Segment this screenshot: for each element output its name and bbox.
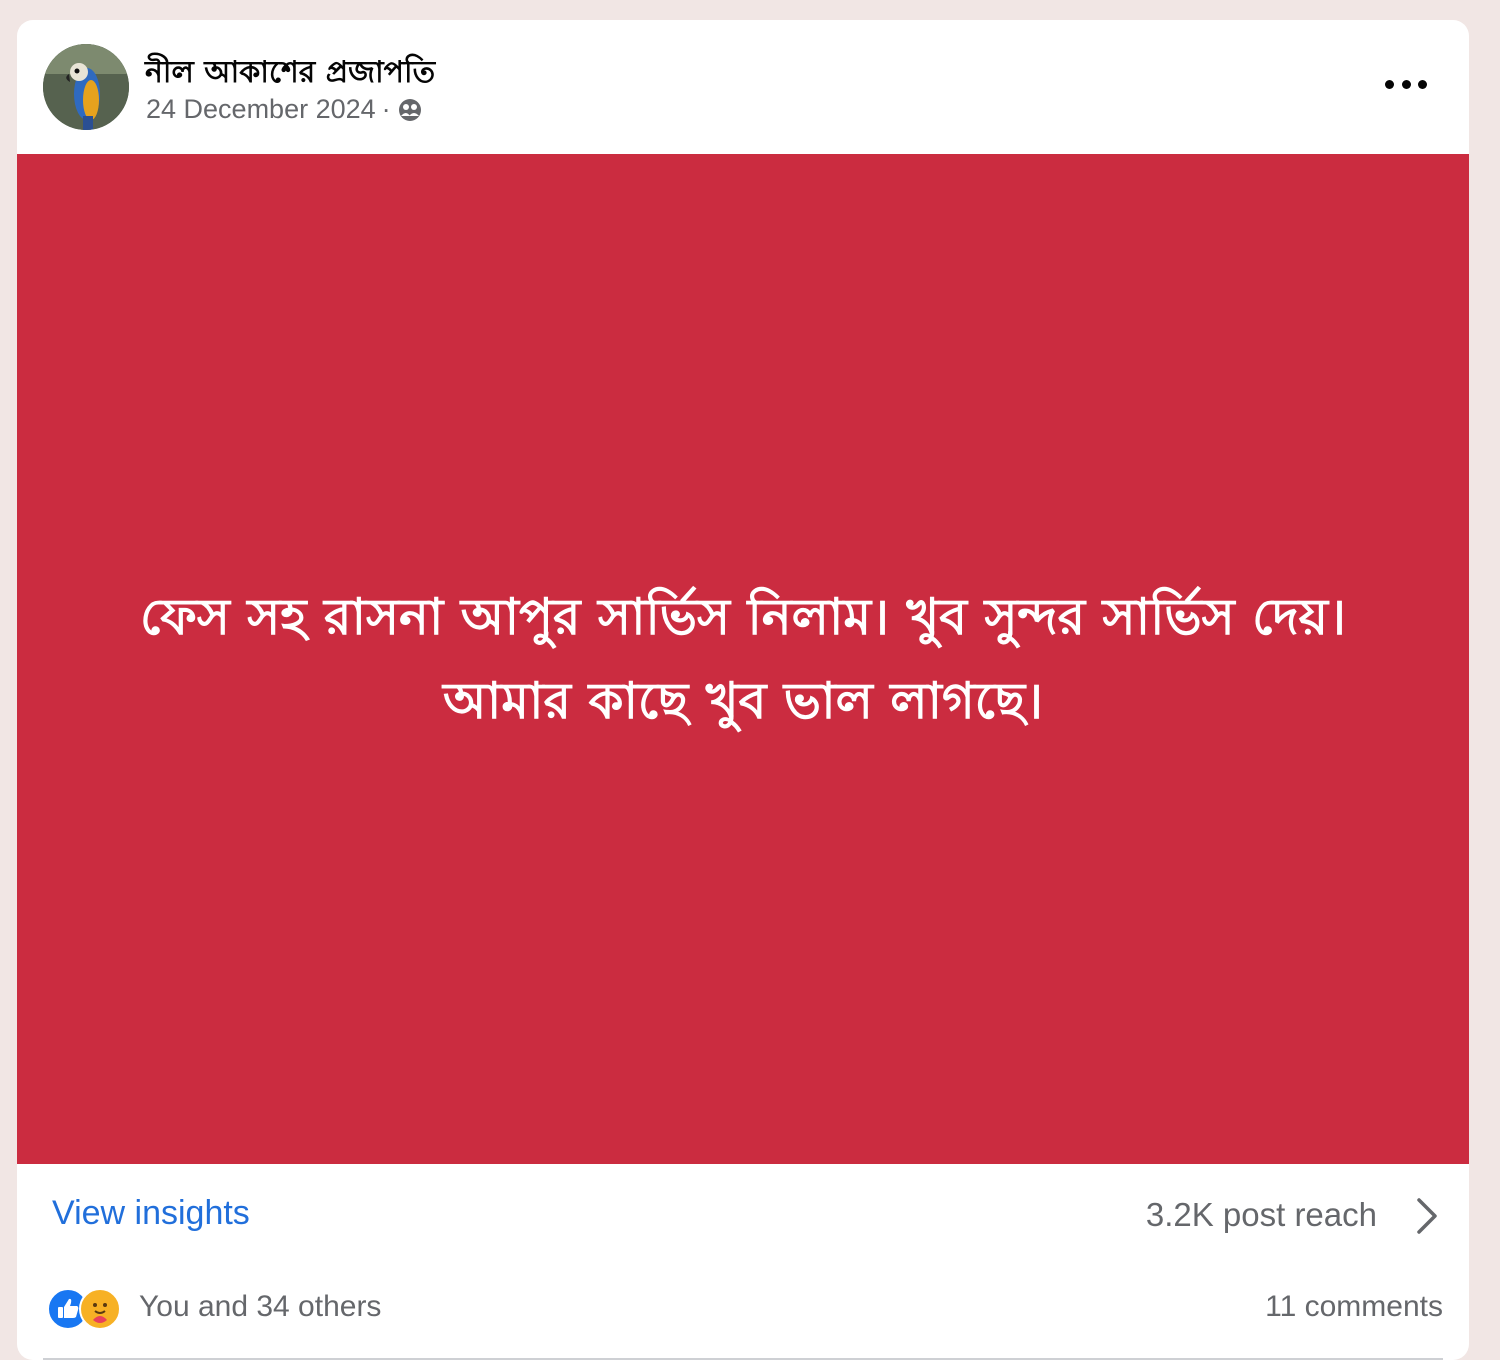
comments-count[interactable]: 11 comments xyxy=(1265,1290,1443,1324)
meta-separator: · xyxy=(381,94,391,124)
more-dots-icon[interactable] xyxy=(1385,72,1427,96)
reaction-icons[interactable] xyxy=(47,1288,127,1330)
post-reach[interactable]: 3.2K post reach xyxy=(1146,1196,1377,1234)
post-date[interactable]: 24 December 2024 xyxy=(146,94,376,125)
post-meta: 24 December 2024 · xyxy=(146,94,423,125)
insights-row: View insights 3.2K post reach xyxy=(17,1164,1469,1264)
post-text: ফেস সহ রাসনা আপুর সার্ভিস নিলাম। খুব সুন… xyxy=(140,588,1346,730)
friends-icon[interactable] xyxy=(397,97,423,123)
chevron-right-icon[interactable] xyxy=(1411,1194,1441,1238)
care-icon xyxy=(79,1288,121,1330)
reactions-summary[interactable]: You and 34 others xyxy=(139,1290,381,1324)
author-avatar[interactable] xyxy=(43,44,129,130)
post-card: নীল আকাশের প্রজাপতি 24 December 2024 · ফ… xyxy=(17,20,1469,1360)
reactions-row: You and 34 others 11 comments xyxy=(17,1264,1469,1360)
parrot-avatar-image xyxy=(43,44,129,130)
author-name[interactable]: নীল আকাশের প্রজাপতি xyxy=(145,48,435,99)
post-header: নীল আকাশের প্রজাপতি 24 December 2024 · xyxy=(17,20,1469,154)
view-insights-link[interactable]: View insights xyxy=(52,1194,250,1233)
post-content-background: ফেস সহ রাসনা আপুর সার্ভিস নিলাম। খুব সুন… xyxy=(17,154,1469,1164)
